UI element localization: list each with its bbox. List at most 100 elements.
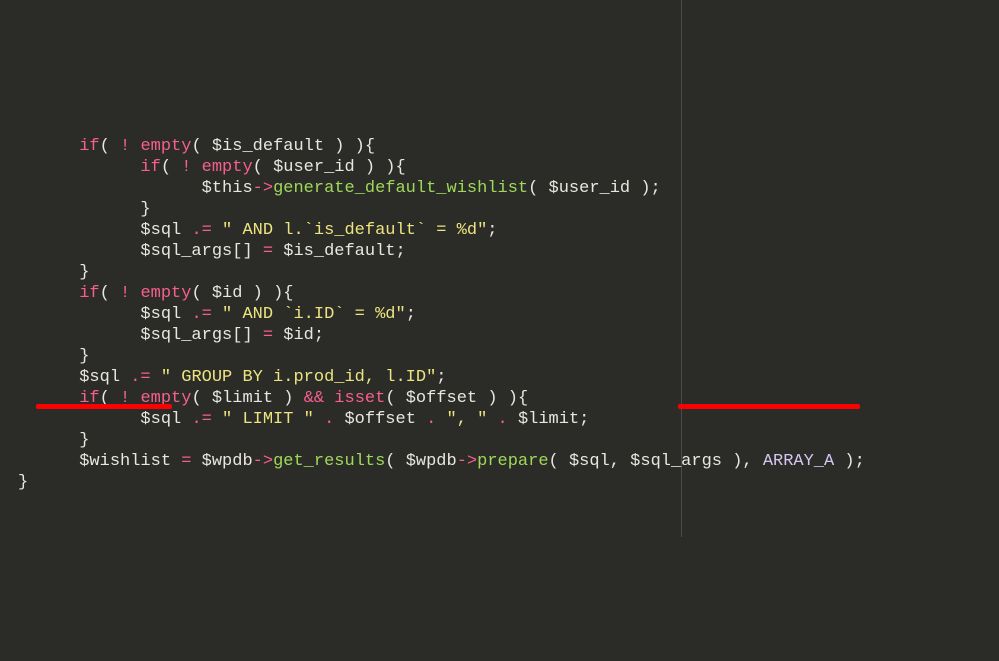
token-var: $user_id xyxy=(549,179,631,198)
token-punc: ; xyxy=(579,410,589,429)
token-punc: ; xyxy=(436,368,446,387)
token-kw: empty xyxy=(140,284,191,303)
token-punc xyxy=(191,158,201,177)
token-op: ! xyxy=(120,137,130,156)
code-line[interactable]: $sql_args[] = $is_default; xyxy=(18,241,999,262)
token-var: $sql xyxy=(140,221,181,240)
token-kw: if xyxy=(79,284,99,303)
token-str: " AND `i.ID` = %d" xyxy=(222,305,406,324)
token-op: . xyxy=(324,410,334,429)
token-op: = xyxy=(263,326,273,345)
token-var: $is_default xyxy=(283,242,395,261)
token-punc: ( xyxy=(385,452,405,471)
token-str: " GROUP BY i.prod_id, l.ID" xyxy=(161,368,436,387)
token-punc: ) ){ xyxy=(324,137,375,156)
token-op: && xyxy=(304,389,324,408)
code-line[interactable]: $sql .= " AND l.`is_default` = %d"; xyxy=(18,220,999,241)
token-punc xyxy=(191,452,201,471)
token-punc xyxy=(130,284,140,303)
token-punc xyxy=(130,137,140,156)
token-punc: ; xyxy=(395,242,405,261)
token-punc: ( xyxy=(100,284,120,303)
token-var: $id xyxy=(283,326,314,345)
code-line[interactable]: } xyxy=(18,472,999,493)
token-punc: ; xyxy=(406,305,416,324)
token-str: " AND l.`is_default` = %d" xyxy=(222,221,487,240)
token-str: " LIMIT " xyxy=(222,410,314,429)
token-punc: } xyxy=(79,263,89,282)
code-line[interactable]: } xyxy=(18,346,999,367)
token-fn: get_results xyxy=(273,452,385,471)
token-punc xyxy=(181,410,191,429)
token-kw: if xyxy=(140,158,160,177)
token-punc: ( xyxy=(385,389,405,408)
token-punc: ; xyxy=(314,326,324,345)
code-line[interactable]: $sql .= " GROUP BY i.prod_id, l.ID"; xyxy=(18,367,999,388)
code-line[interactable]: $sql .= " AND `i.ID` = %d"; xyxy=(18,304,999,325)
token-punc xyxy=(508,410,518,429)
token-var: $sql xyxy=(79,368,120,387)
token-var: $sql xyxy=(140,410,181,429)
token-punc xyxy=(273,326,283,345)
token-punc xyxy=(212,410,222,429)
token-punc: ( xyxy=(253,158,273,177)
code-editor[interactable]: if( ! empty( $is_default ) ){ if( ! empt… xyxy=(0,126,999,493)
token-punc xyxy=(436,410,446,429)
code-line[interactable]: } xyxy=(18,262,999,283)
token-punc xyxy=(212,305,222,324)
token-var: $sql xyxy=(569,452,610,471)
annotation-red-underline-left xyxy=(36,404,172,409)
token-punc xyxy=(324,389,334,408)
token-var: $sql_args xyxy=(140,242,232,261)
token-punc: ), xyxy=(722,452,763,471)
token-op: -> xyxy=(253,452,273,471)
code-line[interactable]: if( ! empty( $is_default ) ){ xyxy=(18,136,999,157)
token-var: $wpdb xyxy=(202,452,253,471)
token-punc xyxy=(171,452,181,471)
token-kw: isset xyxy=(334,389,385,408)
code-line[interactable]: $sql_args[] = $id; xyxy=(18,325,999,346)
token-kw: empty xyxy=(202,158,253,177)
token-op: -> xyxy=(457,452,477,471)
code-line[interactable]: if( ! empty( $user_id ) ){ xyxy=(18,157,999,178)
token-punc: ( xyxy=(191,284,211,303)
token-punc: , xyxy=(610,452,630,471)
token-punc: } xyxy=(140,200,150,219)
annotation-red-underline-right xyxy=(678,404,860,409)
token-op: = xyxy=(181,452,191,471)
token-punc xyxy=(487,410,497,429)
token-kw: empty xyxy=(140,137,191,156)
token-var: $limit xyxy=(212,389,273,408)
token-var: $this xyxy=(202,179,253,198)
token-op: .= xyxy=(191,305,211,324)
code-line[interactable]: } xyxy=(18,199,999,220)
token-punc: ( xyxy=(191,389,211,408)
token-punc xyxy=(273,242,283,261)
token-punc: ); xyxy=(834,452,865,471)
token-fn: generate_default_wishlist xyxy=(273,179,528,198)
token-punc: ( xyxy=(161,158,181,177)
code-line[interactable]: } xyxy=(18,430,999,451)
token-punc: ) ){ xyxy=(242,284,293,303)
token-op: . xyxy=(498,410,508,429)
token-punc: ( xyxy=(528,179,548,198)
token-kw: if xyxy=(79,137,99,156)
token-op: .= xyxy=(130,368,150,387)
token-punc: } xyxy=(79,431,89,450)
token-punc: ) ){ xyxy=(355,158,406,177)
code-line[interactable]: $wishlist = $wpdb->get_results( $wpdb->p… xyxy=(18,451,999,472)
code-line[interactable]: $sql .= " LIMIT " . $offset . ", " . $li… xyxy=(18,409,999,430)
code-line[interactable]: $this->generate_default_wishlist( $user_… xyxy=(18,178,999,199)
token-var: $offset xyxy=(406,389,477,408)
token-var: $wishlist xyxy=(79,452,171,471)
token-var: $offset xyxy=(344,410,415,429)
token-punc: ) ){ xyxy=(477,389,528,408)
token-punc xyxy=(314,410,324,429)
token-punc: ; xyxy=(487,221,497,240)
token-var: $id xyxy=(212,284,243,303)
token-op: = xyxy=(263,242,273,261)
token-punc xyxy=(181,221,191,240)
token-punc: [] xyxy=(232,326,263,345)
code-line[interactable]: if( ! empty( $id ) ){ xyxy=(18,283,999,304)
token-punc xyxy=(212,221,222,240)
